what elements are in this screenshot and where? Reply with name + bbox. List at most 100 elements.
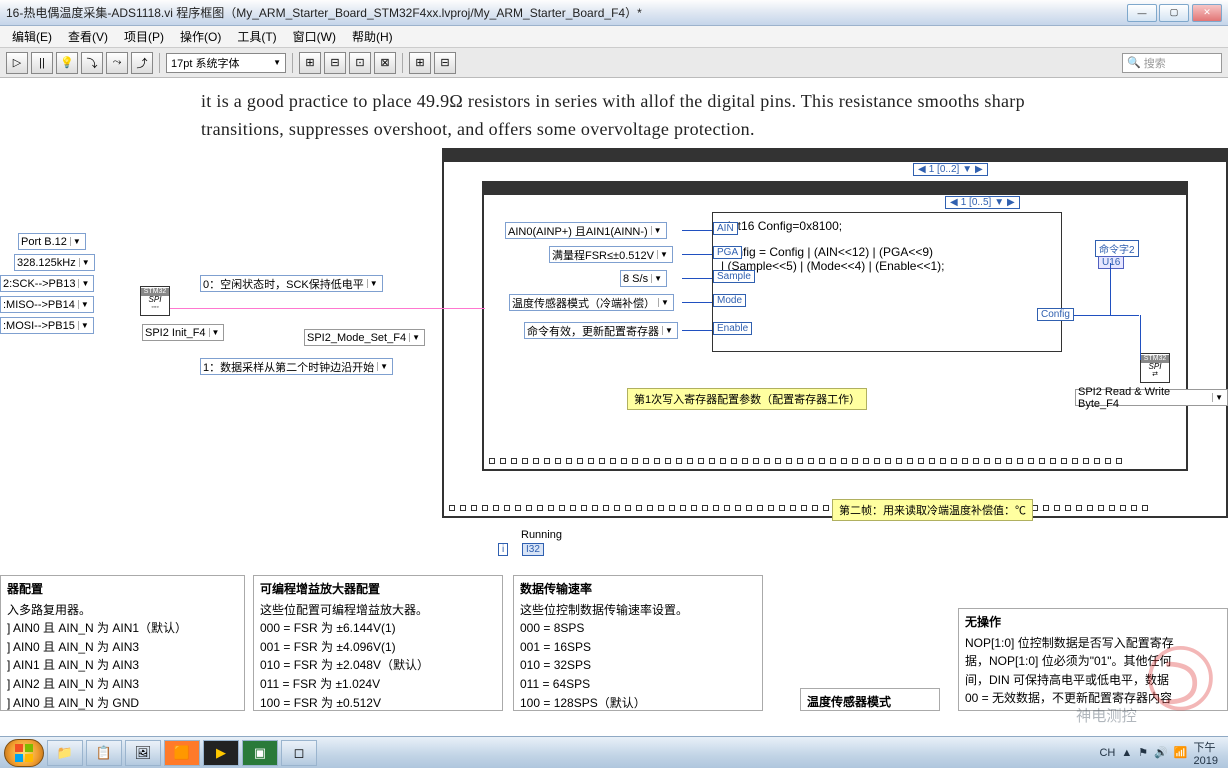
maximize-button[interactable]: ▢: [1159, 4, 1189, 22]
wire: [170, 308, 442, 309]
formula-l2: Config = Config | (AIN<<12) | (PGA<<9): [721, 245, 1053, 259]
search-placeholder: 搜索: [1144, 55, 1166, 71]
enable-terminal: Enable: [713, 322, 752, 335]
wire: [1074, 315, 1139, 316]
i32-terminal: I32: [522, 543, 544, 556]
frame-selector-outer[interactable]: ◀ 1 [0..2] ▼ ▶: [913, 163, 988, 176]
spi-modeset-label[interactable]: SPI2_Mode_Set_F4▼: [304, 329, 425, 346]
resize-button[interactable]: ⊡: [349, 52, 371, 74]
config-terminal: Config: [1037, 308, 1074, 321]
wire: [682, 302, 712, 303]
sample-terminal: Sample: [713, 270, 755, 283]
formula-l1: uInt16 Config=0x8100;: [721, 219, 1053, 233]
taskbar: 📁 📋 🖼 🟧 ▶ ▣ ◻ CH ▲ ⚑ 🔊 📶 下午2019: [0, 736, 1228, 768]
u16-indicator[interactable]: U16: [1098, 256, 1124, 269]
miso-constant[interactable]: :MISO-->PB14▼: [0, 296, 94, 313]
step-over-button[interactable]: ⤳: [106, 52, 128, 74]
sck-constant[interactable]: 2:SCK-->PB13▼: [0, 275, 94, 292]
volume-icon[interactable]: 🔊: [1154, 746, 1168, 759]
ref-datarate: 数据传输速率 这些位控制数据传输速率设置。 000 = 8SPS 001 = 1…: [513, 575, 763, 711]
menu-edit[interactable]: 编辑(E): [4, 28, 60, 45]
start-button[interactable]: [4, 739, 44, 767]
mosi-constant[interactable]: :MOSI-->PB15▼: [0, 317, 94, 334]
block-diagram[interactable]: it is a good practice to place 49.9Ω res…: [0, 78, 1228, 768]
menu-window[interactable]: 窗口(W): [285, 28, 344, 45]
idle0-constant[interactable]: 0：空闲状态时，SCK保持低电平▼: [200, 275, 383, 292]
font-label: 17pt 系统字体: [171, 55, 239, 71]
taskbar-app3[interactable]: 🟧: [164, 740, 200, 766]
separator: [292, 53, 293, 73]
minimize-button[interactable]: —: [1127, 4, 1157, 22]
taskbar-explorer[interactable]: 📁: [47, 740, 83, 766]
flag-icon[interactable]: ▲: [1121, 747, 1132, 759]
run-button[interactable]: ▷: [6, 52, 28, 74]
search-box[interactable]: 🔍 搜索: [1122, 53, 1222, 73]
taskbar-app1[interactable]: 📋: [86, 740, 122, 766]
formula-l3: | (Sample<<5) | (Mode<<4) | (Enable<<1);: [721, 259, 1053, 273]
frame2-comment: 第二帧：用来读取冷端温度补偿值：℃: [832, 499, 1033, 521]
step-out-button[interactable]: ⤴: [131, 52, 153, 74]
flag-icon[interactable]: ⚑: [1138, 746, 1148, 759]
cmd-constant[interactable]: 命令有效，更新配置寄存器▼: [524, 322, 678, 339]
pause-button[interactable]: ||: [31, 52, 53, 74]
spi-init-label[interactable]: SPI2 Init_F4▼: [142, 324, 224, 341]
distribute-button[interactable]: ⊟: [324, 52, 346, 74]
idle1-constant[interactable]: 1：数据采样从第二个时钟边沿开始▼: [200, 358, 393, 375]
formula-node[interactable]: uInt16 Config=0x8100; Config = Config | …: [712, 212, 1062, 352]
search-icon: 🔍: [1127, 56, 1141, 69]
film-holes: [484, 185, 1186, 195]
ime-indicator[interactable]: CH: [1099, 747, 1115, 759]
highlight-button[interactable]: 💡: [56, 52, 78, 74]
window-title: 16-热电偶温度采集-ADS1118.vi 程序框图（My_ARM_Starte…: [6, 4, 1125, 21]
close-button[interactable]: ✕: [1192, 4, 1222, 22]
frame-selector-inner[interactable]: ◀ 1 [0..5] ▼ ▶: [945, 196, 1020, 209]
tool2[interactable]: ⊞: [409, 52, 431, 74]
menu-help[interactable]: 帮助(H): [344, 28, 401, 45]
film-holes: [444, 152, 1226, 162]
font-selector[interactable]: 17pt 系统字体 ▼: [166, 53, 286, 73]
wire: [1110, 263, 1111, 315]
chevron-down-icon: ▼: [273, 58, 281, 67]
taskbar-app5[interactable]: ▣: [242, 740, 278, 766]
fsr-constant[interactable]: 满量程FSR≤±0.512V▼: [549, 246, 673, 263]
running-label: Running: [521, 529, 562, 541]
reorder-button[interactable]: ⊠: [374, 52, 396, 74]
separator: [402, 53, 403, 73]
taskbar-app6[interactable]: ◻: [281, 740, 317, 766]
system-tray[interactable]: CH ▲ ⚑ 🔊 📶 下午2019: [1099, 739, 1224, 767]
write1-comment: 第1次写入寄存器配置参数（配置寄存器工作）: [627, 388, 867, 410]
taskbar-labview[interactable]: ▶: [203, 740, 239, 766]
separator: [159, 53, 160, 73]
menubar: 编辑(E) 查看(V) 项目(P) 操作(O) 工具(T) 窗口(W) 帮助(H…: [0, 26, 1228, 48]
step-into-button[interactable]: ⤵: [81, 52, 103, 74]
network-icon[interactable]: 📶: [1174, 746, 1188, 759]
ain-terminal: AIN: [713, 222, 738, 235]
ref-nop: 无操作 NOP[1:0] 位控制数据是否写入配置寄存 据，NOP[1:0] 位必…: [958, 608, 1228, 711]
wire: [415, 308, 485, 309]
ain-constant[interactable]: AIN0(AINP+) 且AIN1(AINN-)▼: [505, 222, 667, 239]
spi-rw-label[interactable]: SPI2 Read & Write Byte_F4▼: [1075, 389, 1228, 406]
mode-constant[interactable]: 温度传感器模式（冷端补偿）▼: [509, 294, 674, 311]
cmdword-label: 命令字2: [1095, 240, 1139, 257]
wire: [1140, 315, 1141, 360]
wire: [682, 278, 712, 279]
spi-rw-icon[interactable]: STM32SPI⇄: [1140, 353, 1170, 383]
wire: [682, 330, 712, 331]
port-constant[interactable]: Port B.12▼: [18, 233, 86, 250]
menu-tools[interactable]: 工具(T): [229, 28, 284, 45]
align-button[interactable]: ⊞: [299, 52, 321, 74]
film-holes: [484, 457, 1186, 467]
comment-text: it is a good practice to place 49.9Ω res…: [201, 88, 1081, 144]
taskbar-app2[interactable]: 🖼: [125, 740, 161, 766]
wire: [682, 230, 712, 231]
spi-init-icon[interactable]: STM32SPI◦◦◦: [140, 286, 170, 316]
freq-constant[interactable]: 328.125kHz▼: [14, 254, 95, 271]
clock[interactable]: 下午2019: [1194, 739, 1218, 767]
menu-operate[interactable]: 操作(O): [172, 28, 229, 45]
ref-tempmode: 温度传感器模式: [800, 688, 940, 711]
ref-pga: 可编程增益放大器配置 这些位配置可编程增益放大器。 000 = FSR 为 ±6…: [253, 575, 503, 711]
sps-constant[interactable]: 8 S/s▼: [620, 270, 667, 287]
menu-view[interactable]: 查看(V): [60, 28, 116, 45]
tool3[interactable]: ⊟: [434, 52, 456, 74]
menu-project[interactable]: 项目(P): [116, 28, 172, 45]
